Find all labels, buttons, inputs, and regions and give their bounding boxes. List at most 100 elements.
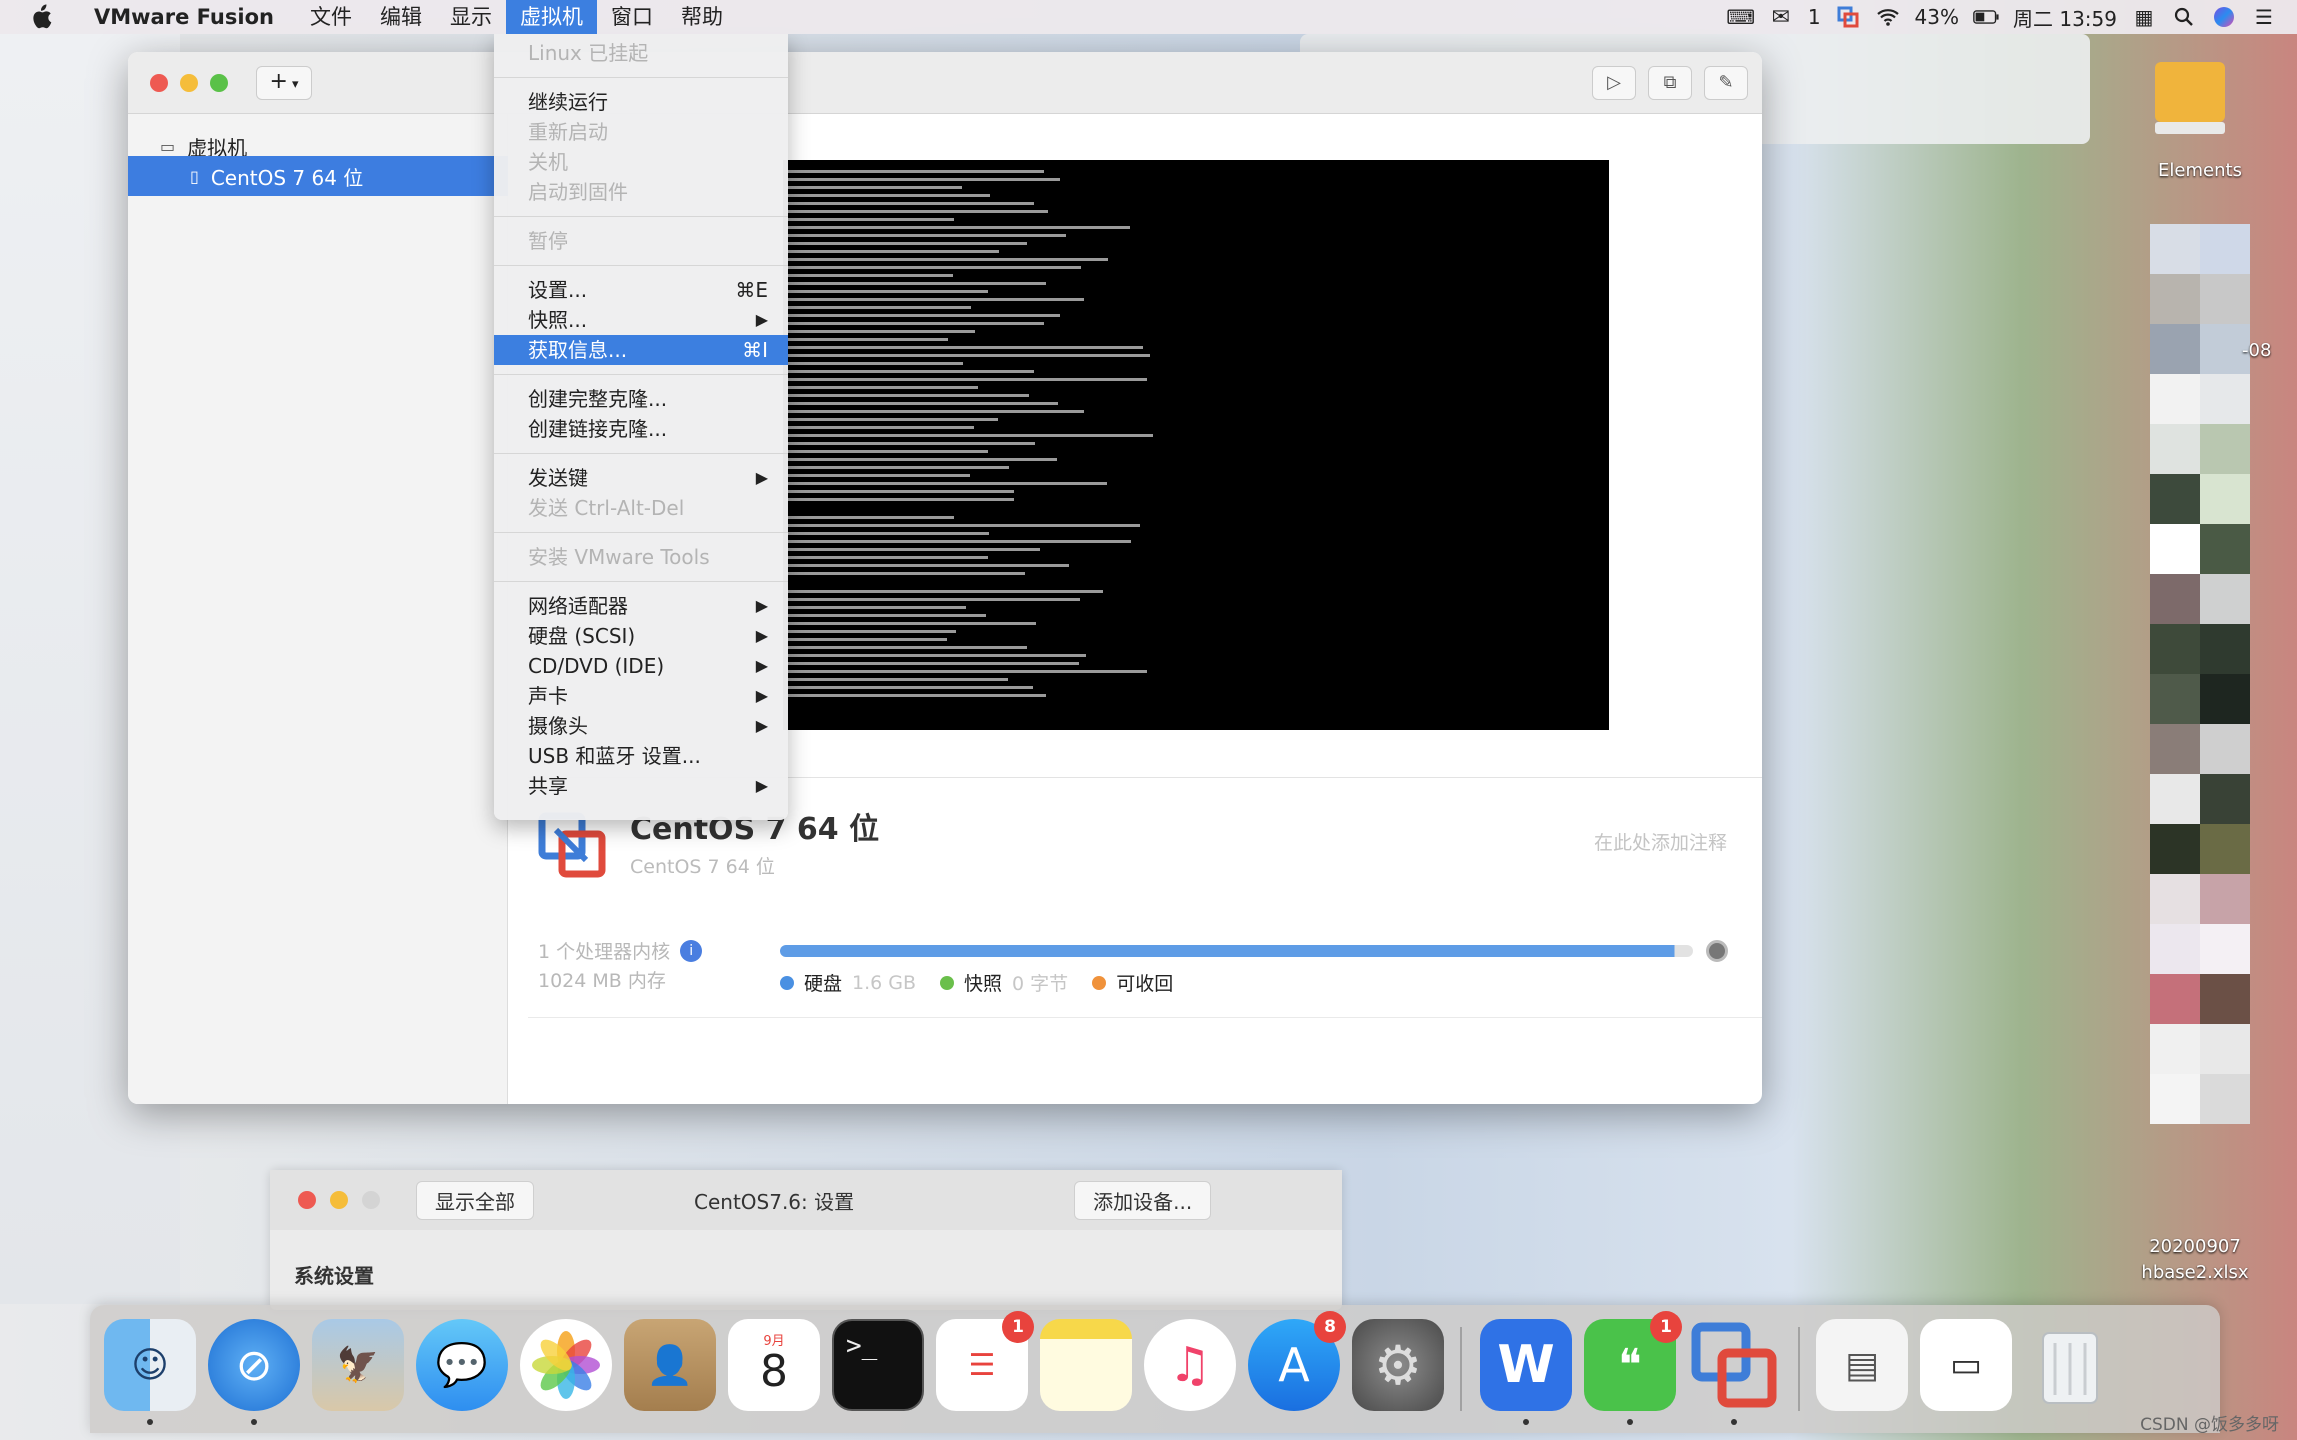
system-preferences-icon[interactable]: ⚙ xyxy=(1352,1319,1444,1411)
terminal-line xyxy=(787,354,1150,357)
menu-item-restart: 重新启动 xyxy=(528,120,608,144)
vmware-status-icon[interactable] xyxy=(1835,6,1861,28)
menu-item-full-clone[interactable]: 创建完整克隆... xyxy=(494,384,788,414)
legend-snapshot-value: 0 字节 xyxy=(1012,973,1069,995)
terminal-line xyxy=(787,606,966,609)
add-vm-button[interactable]: + ▾ xyxy=(256,66,312,100)
menu-edit[interactable]: 编辑 xyxy=(366,0,436,34)
siri-icon[interactable] xyxy=(2211,6,2237,28)
submenu-arrow-icon: ▶ xyxy=(755,468,768,487)
search-icon[interactable] xyxy=(2171,6,2197,28)
menu-help[interactable]: 帮助 xyxy=(667,0,737,34)
terminal-line xyxy=(787,694,1046,697)
terminal-line xyxy=(787,556,988,559)
desktop-icons-area: Elements -08 20200907 hbase2.xlsx xyxy=(2100,34,2297,1304)
terminal-icon[interactable]: >_ xyxy=(832,1319,924,1411)
menu-item-usb-bluetooth[interactable]: USB 和蓝牙 设置... xyxy=(494,741,788,771)
wechat-icon[interactable]: ✉ xyxy=(1768,5,1794,30)
menu-item-sound[interactable]: 声卡 ▶ xyxy=(494,681,788,711)
zoom-icon[interactable] xyxy=(210,74,228,92)
app-menu[interactable]: VMware Fusion xyxy=(88,0,296,34)
reminders-icon[interactable]: ☰ 1 xyxy=(936,1311,1034,1411)
terminal-line xyxy=(787,186,962,189)
messages-icon[interactable]: 💬 xyxy=(416,1319,508,1411)
battery-icon[interactable] xyxy=(1973,6,1999,28)
menu-item-linked-clone[interactable]: 创建链接克隆... xyxy=(494,414,788,444)
finder-icon[interactable]: ☺ xyxy=(104,1319,196,1425)
terminal-line xyxy=(787,458,1057,461)
battery-percent: 43% xyxy=(1914,5,1959,29)
contacts-icon[interactable]: 👤 xyxy=(624,1319,716,1411)
wechat-icon[interactable]: ❝ 1 xyxy=(1584,1311,1682,1425)
menu-item-resume[interactable]: 继续运行 xyxy=(494,87,788,117)
storage-bar xyxy=(780,945,1693,957)
info-icon[interactable]: i xyxy=(680,939,703,962)
menu-file[interactable]: 文件 xyxy=(296,0,366,34)
zoom-icon[interactable] xyxy=(362,1191,380,1209)
menu-item-sharing[interactable]: 共享 ▶ xyxy=(494,771,788,801)
show-all-button[interactable]: 显示全部 xyxy=(416,1180,534,1220)
trash-icon[interactable] xyxy=(2024,1319,2116,1411)
vm-cpu: 1 个处理器内核 i xyxy=(538,937,703,964)
wifi-icon[interactable] xyxy=(1875,6,1901,28)
menu-item-disk[interactable]: 硬盘 (SCSI) ▶ xyxy=(494,621,788,651)
apple-icon[interactable] xyxy=(30,4,60,30)
minimize-icon[interactable] xyxy=(330,1191,348,1209)
menu-window[interactable]: 窗口 xyxy=(597,0,667,34)
desktop-file-label[interactable]: 20200907 hbase2.xlsx xyxy=(2100,1234,2290,1286)
close-icon[interactable] xyxy=(298,1191,316,1209)
close-icon[interactable] xyxy=(150,74,168,92)
input-source-icon[interactable]: ▦ xyxy=(2131,5,2157,29)
preview-icon[interactable]: 🦅 xyxy=(312,1319,404,1411)
menu-virtual-machine[interactable]: 虚拟机 xyxy=(505,0,597,34)
menu-item-snapshot[interactable]: 快照... ▶ xyxy=(494,305,788,335)
wechat-count: 1 xyxy=(1807,5,1821,29)
terminal-line xyxy=(787,638,947,641)
menu-view[interactable]: 显示 xyxy=(436,0,506,34)
photos-icon[interactable] xyxy=(520,1319,612,1411)
notes-icon[interactable] xyxy=(1040,1319,1132,1411)
dock: ☺ ⊘ 🦅 💬 👤 9月 8 >_ ☰ 1 ♫ A8 ⚙ W ❝ 1 ▤ ▭ xyxy=(90,1305,2220,1433)
add-device-button[interactable]: 添加设备... xyxy=(1074,1180,1212,1220)
legend-reclaimable-label: 可收回 xyxy=(1116,973,1174,995)
minimize-icon[interactable] xyxy=(180,74,198,92)
menu-item-get-info[interactable]: 获取信息... ⌘I xyxy=(494,335,788,365)
menu-item-cddvd[interactable]: CD/DVD (IDE) ▶ xyxy=(494,651,788,681)
settings-window-title: CentOS7.6: 设置 xyxy=(694,1189,855,1214)
notification-center-icon[interactable]: ☰ xyxy=(2251,5,2277,29)
sidebar-item-centos[interactable]: ▯ CentOS 7 64 位 xyxy=(128,156,508,196)
vm-console-preview[interactable] xyxy=(783,160,1609,730)
menu-item-camera[interactable]: 摄像头 ▶ xyxy=(494,711,788,741)
cpu-text: 1 个处理器内核 xyxy=(538,941,671,963)
music-icon[interactable]: ♫ xyxy=(1144,1319,1236,1411)
terminal-line xyxy=(787,402,1058,405)
wps-icon[interactable]: W xyxy=(1480,1319,1572,1425)
screenshot-file-icon[interactable]: ▭ xyxy=(1920,1319,2012,1411)
terminal-line xyxy=(787,418,998,421)
terminal-line xyxy=(787,378,1147,381)
folder-icon[interactable] xyxy=(2150,52,2230,142)
notes-field[interactable]: 在此处添加注释 xyxy=(1594,828,1727,855)
safari-icon[interactable]: ⊘ xyxy=(208,1319,300,1425)
menu-item-install-tools: 安装 VMware Tools xyxy=(528,545,710,569)
terminal-output xyxy=(787,170,1153,697)
terminal-line xyxy=(787,686,1033,689)
legend-dot-reclaimable xyxy=(1092,975,1107,990)
clock[interactable]: 周二 13:59 xyxy=(2013,3,2117,32)
vmware-fusion-icon[interactable] xyxy=(1688,1319,1780,1425)
app-store-icon[interactable]: A8 xyxy=(1248,1311,1346,1411)
menu-item-settings[interactable]: 设置... ⌘E xyxy=(494,275,788,305)
watermark: CSDN @饭多多呀 xyxy=(2140,1415,2279,1435)
menu-item-send-keys[interactable]: 发送键 ▶ xyxy=(494,463,788,493)
document-icon: ▯ xyxy=(190,166,199,186)
calendar-icon[interactable]: 9月 8 xyxy=(728,1319,820,1411)
play-icon[interactable]: ▷ xyxy=(1592,66,1636,100)
document-file-icon[interactable]: ▤ xyxy=(1816,1319,1908,1411)
terminal-line xyxy=(787,322,1044,325)
vm-library-sidebar: ▭ 虚拟机 ▯ CentOS 7 64 位 xyxy=(128,114,508,1104)
terminal-line xyxy=(787,532,989,535)
snapshot-icon[interactable]: ⧉ xyxy=(1648,66,1692,100)
keyboard-icon[interactable]: ⌨ xyxy=(1726,5,1755,29)
menu-item-network[interactable]: 网络适配器 ▶ xyxy=(494,591,788,621)
settings-wrench-icon[interactable]: ✎ xyxy=(1704,66,1748,100)
